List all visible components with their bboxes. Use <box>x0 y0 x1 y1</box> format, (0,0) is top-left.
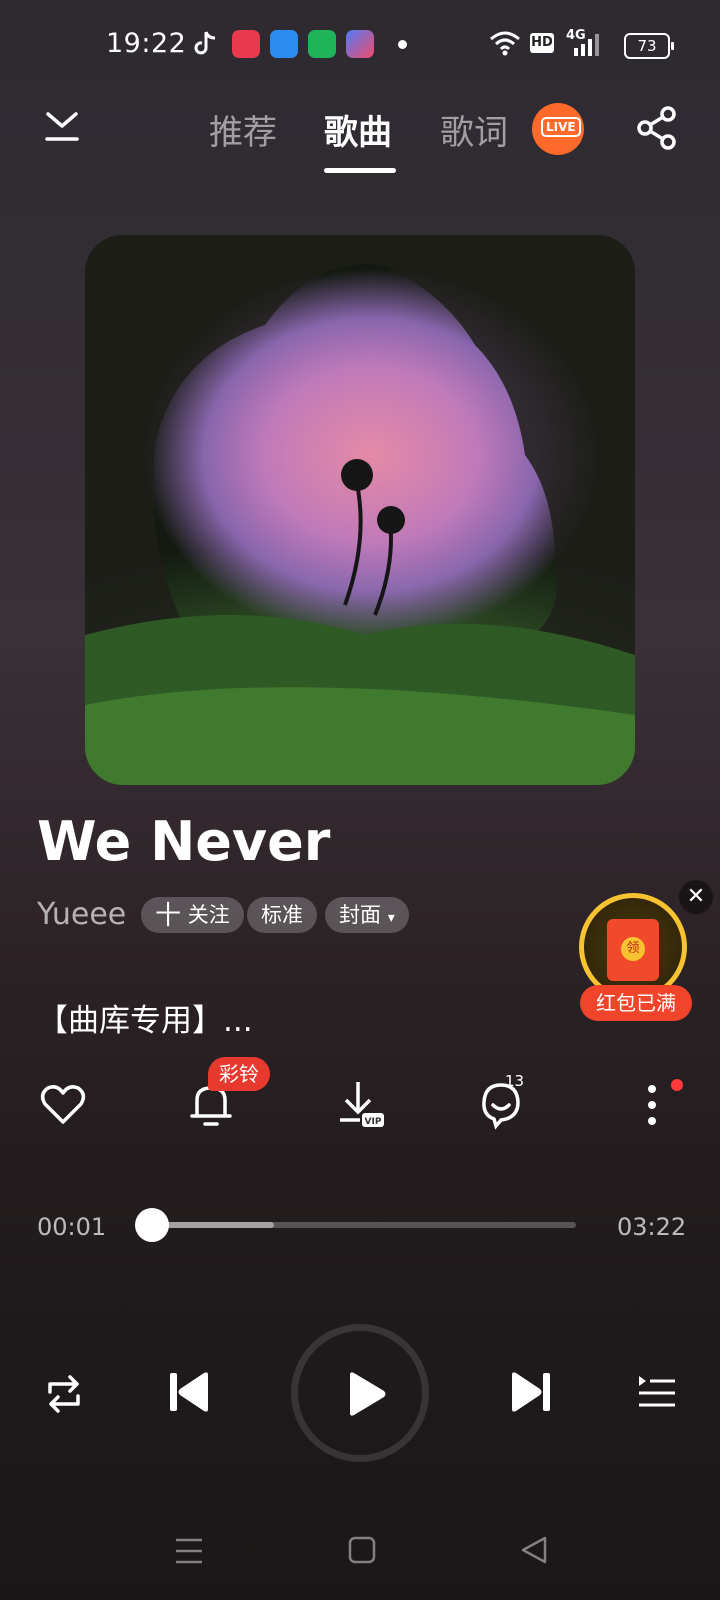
close-icon[interactable]: ✕ <box>679 880 713 914</box>
download-vip-icon[interactable]: VIP <box>338 1080 386 1130</box>
song-description[interactable]: 【曲库专用】... <box>37 995 253 1040</box>
tiktok-app-icon <box>194 31 216 55</box>
share-icon[interactable] <box>636 106 678 150</box>
svg-text:VIP: VIP <box>365 1117 382 1127</box>
tab-lyrics[interactable]: 歌词 <box>440 105 508 154</box>
comment-count: 13 <box>505 1072 525 1090</box>
quality-button[interactable]: 标准 <box>247 897 317 933</box>
playlist-icon[interactable] <box>637 1374 677 1412</box>
wifi-icon <box>490 31 520 56</box>
recent-apps-icon[interactable] <box>174 1537 204 1565</box>
tab-recommend[interactable]: 推荐 <box>209 105 277 154</box>
play-icon[interactable] <box>347 1371 387 1417</box>
elapsed-time: 00:01 <box>37 1213 107 1241</box>
signal-icon <box>574 34 599 56</box>
plus-icon: 十 <box>155 901 182 931</box>
tab-song[interactable]: 歌曲 <box>324 105 392 154</box>
cover-button[interactable]: 封面 ▾ <box>325 897 409 933</box>
repeat-icon[interactable] <box>45 1374 83 1414</box>
hd-icon: HD <box>530 33 554 53</box>
previous-icon[interactable] <box>168 1371 210 1413</box>
follow-button[interactable]: 十 关注 <box>141 897 244 933</box>
progress-thumb[interactable] <box>135 1208 170 1242</box>
album-cover[interactable] <box>85 235 635 785</box>
follow-label: 关注 <box>187 903 230 927</box>
back-icon[interactable] <box>520 1535 548 1565</box>
more-notification-dot <box>671 1079 683 1091</box>
red-envelope-icon: 领 <box>607 919 659 981</box>
status-time: 19:22 <box>106 28 187 59</box>
artist-name[interactable]: Yueee <box>37 897 126 932</box>
notification-dot-icon <box>398 40 407 49</box>
song-title: We Never <box>37 810 331 873</box>
next-icon[interactable] <box>510 1371 552 1413</box>
red-packet-label[interactable]: 红包已满 <box>580 985 692 1021</box>
home-icon[interactable] <box>348 1536 376 1564</box>
cover-label: 封面 <box>339 903 381 927</box>
app-icon-blue <box>270 30 298 58</box>
live-button[interactable]: LIVE <box>532 103 584 155</box>
live-label: LIVE <box>541 117 581 137</box>
ringtone-badge: 彩铃 <box>208 1057 270 1091</box>
record-app-icon <box>232 30 260 58</box>
total-time: 03:22 <box>617 1213 687 1241</box>
cover-artwork <box>85 235 635 785</box>
active-tab-indicator <box>324 168 396 173</box>
heart-icon[interactable] <box>40 1084 86 1126</box>
app-icon-gradient <box>346 30 374 58</box>
dropdown-icon: ▾ <box>387 910 395 926</box>
collapse-icon[interactable] <box>44 108 80 144</box>
app-icon-green <box>308 30 336 58</box>
more-icon[interactable] <box>646 1084 658 1126</box>
envelope-seal: 领 <box>621 937 645 961</box>
battery-indicator: 73 <box>624 33 674 59</box>
